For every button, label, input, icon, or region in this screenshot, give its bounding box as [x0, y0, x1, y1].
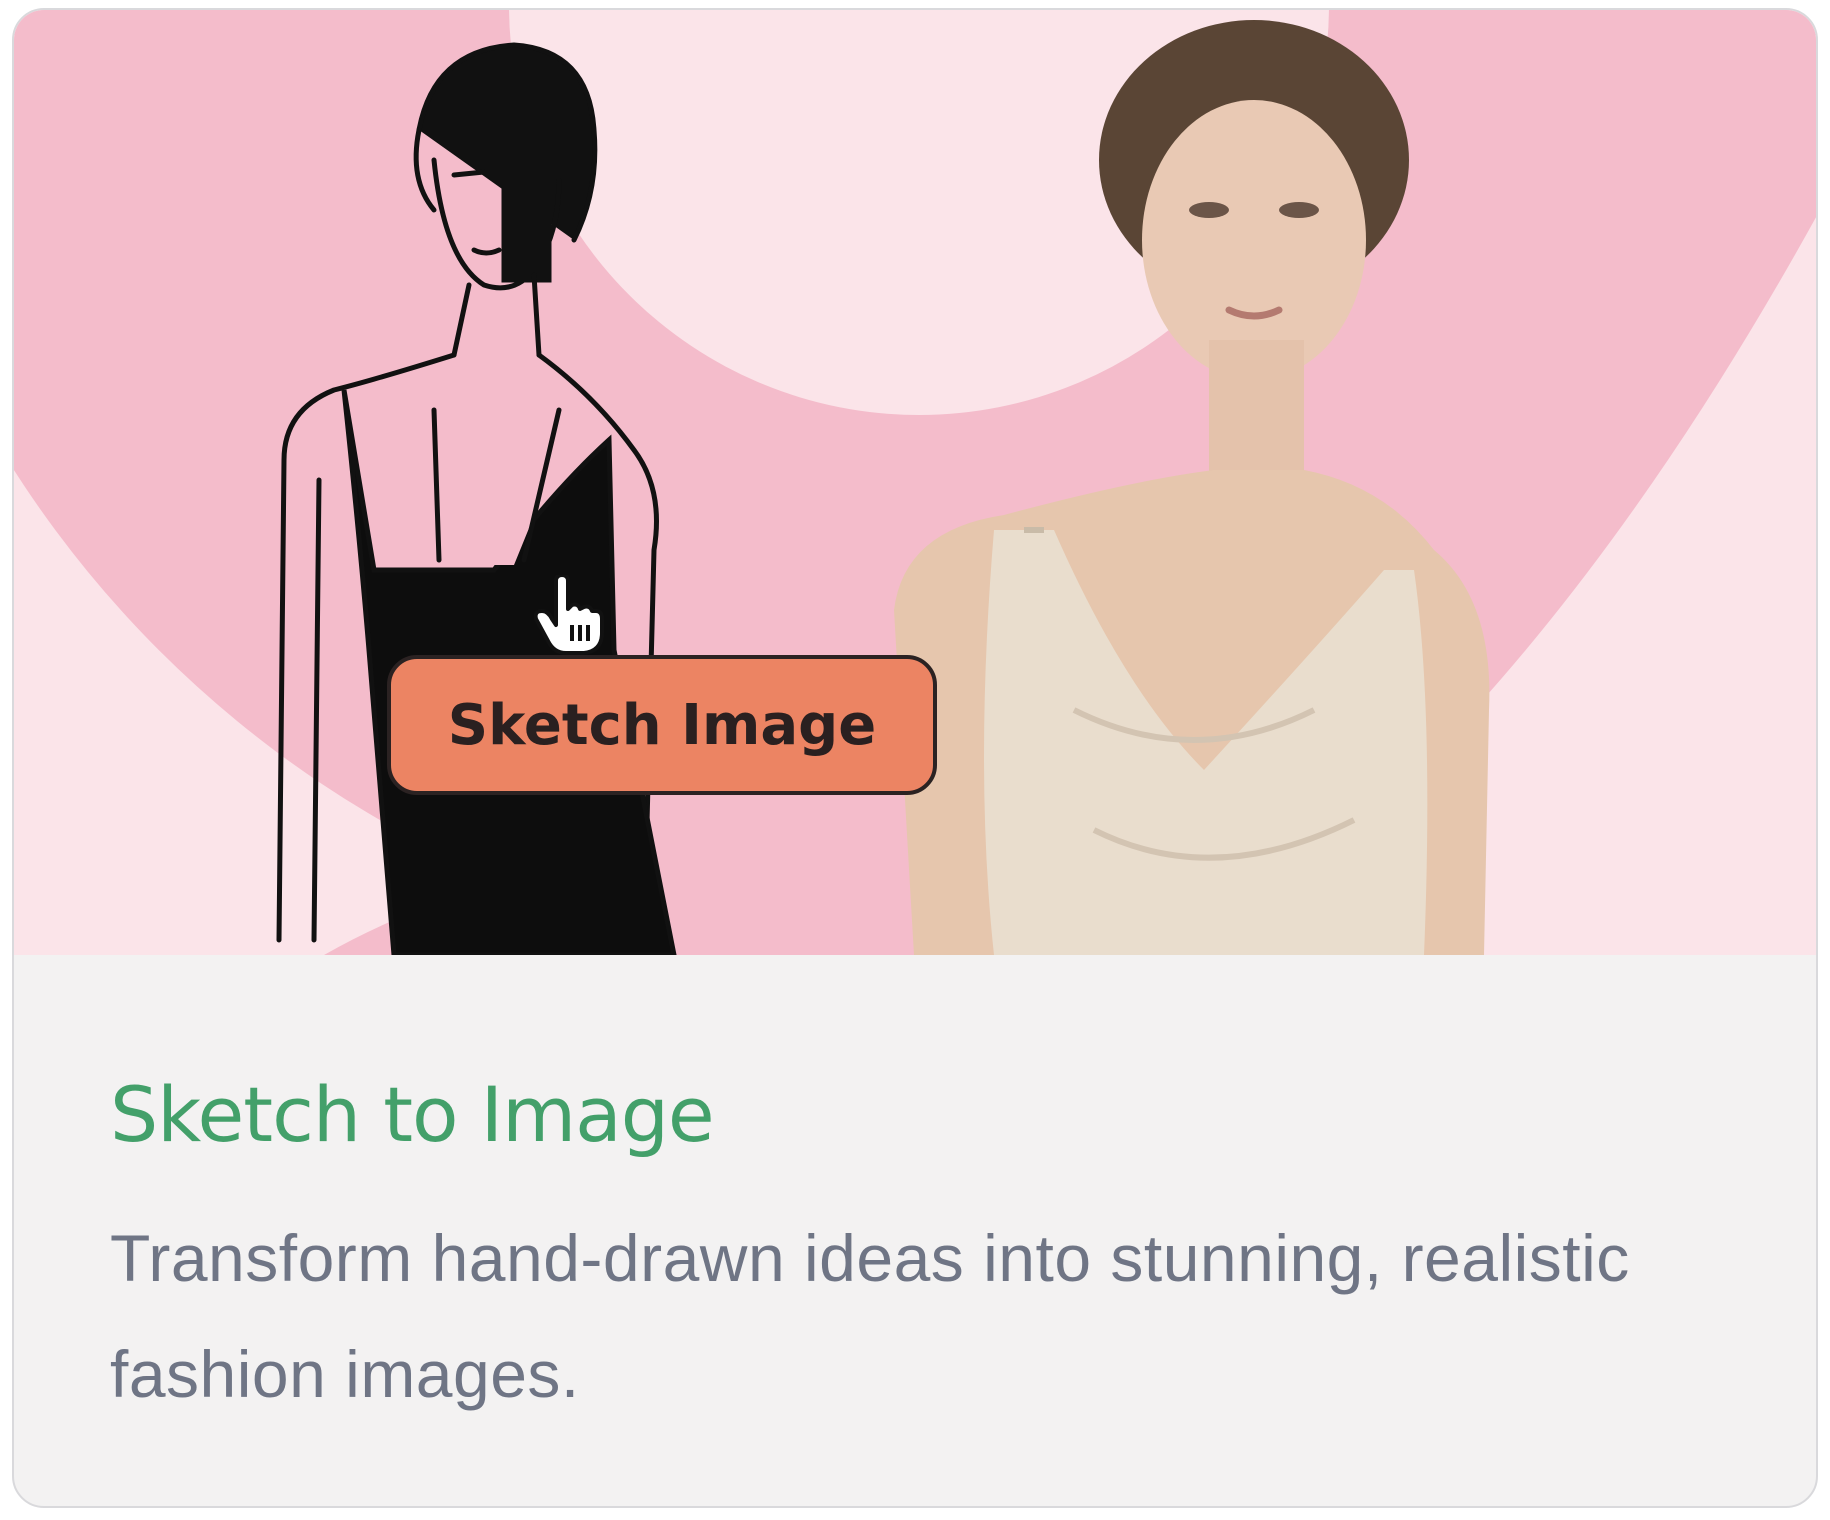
- feature-card[interactable]: Sketch Image Sketch to Image Transform h…: [12, 8, 1818, 1508]
- card-title: Sketch to Image: [110, 1070, 715, 1159]
- card-description: Transform hand-drawn ideas into stunning…: [110, 1221, 1630, 1411]
- sketch-image-button[interactable]: Sketch Image: [387, 655, 937, 795]
- hero-illustration: [14, 10, 1816, 955]
- hand-pointer-icon: [534, 575, 604, 655]
- hero-image: Sketch Image: [14, 10, 1816, 955]
